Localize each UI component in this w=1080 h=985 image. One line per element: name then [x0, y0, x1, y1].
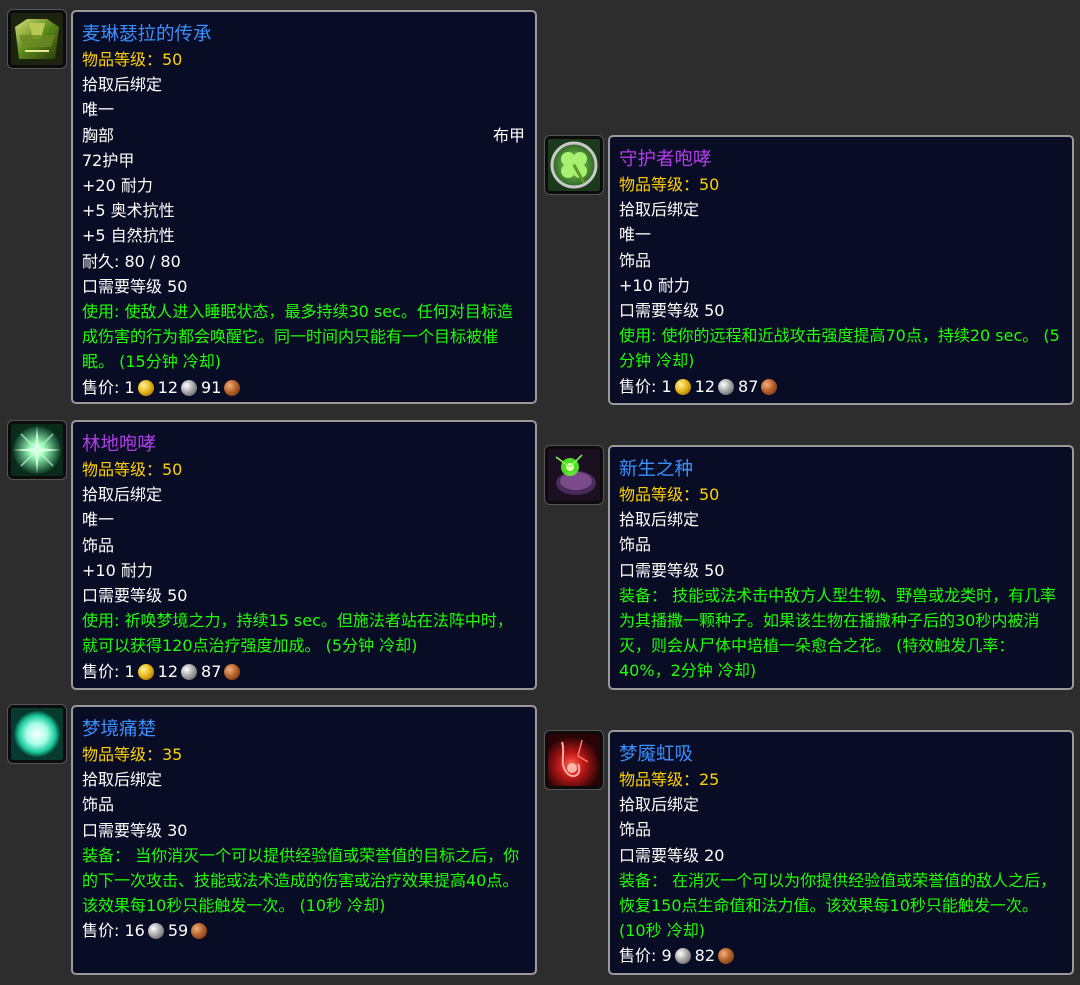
item-tooltip: 林地咆哮 物品等级：50 拾取后绑定 唯一 饰品 +10 耐力 口需要等级 50… — [71, 420, 537, 690]
armor-value: 72护甲 — [82, 150, 135, 170]
equip-effect: 装备： 技能或法术击中敌方人型生物、野兽或龙类时，有几率为其播撒一颗种子。如果该… — [619, 585, 1057, 681]
item-slot: 饰品 — [82, 535, 115, 555]
bind-type: 拾取后绑定 — [82, 770, 163, 790]
item-level: 物品等级：25 — [619, 770, 720, 789]
item-slot: 饰品 — [619, 250, 652, 270]
required-level: 口需要等级 30 — [82, 820, 188, 840]
item-level: 物品等级：50 — [82, 50, 183, 69]
gold-amount: 1 — [124, 661, 135, 681]
item-slot: 胸部 — [82, 125, 115, 145]
use-effect: 使用: 使敌人进入睡眠状态，最多持续30 sec。任何对目标造成伤害的行为都会唤… — [82, 302, 513, 372]
bind-type: 拾取后绑定 — [82, 485, 163, 505]
sell-price: 售价: 1 12 87 — [619, 374, 1062, 399]
required-level: 口需要等级 50 — [82, 586, 188, 606]
sell-price: 售价: 9 82 — [619, 943, 1062, 968]
silver-amount: 12 — [694, 376, 716, 396]
sell-label: 售价: — [82, 661, 125, 681]
copper-amount: 91 — [201, 377, 222, 397]
copper-coin-icon — [224, 663, 241, 680]
item-tooltip: 梦魇虹吸 物品等级：25 拾取后绑定 饰品 口需要等级 20 装备： 在消灭一个… — [608, 730, 1074, 975]
item-name[interactable]: 新生之种 — [619, 457, 1062, 482]
stat-line: +10 耐力 — [619, 275, 690, 295]
item-name[interactable]: 麦琳瑟拉的传承 — [82, 22, 525, 47]
unique-flag: 唯一 — [82, 100, 115, 120]
item-level: 物品等级：50 — [619, 175, 720, 194]
item-slot: 饰品 — [82, 795, 115, 815]
use-effect: 使用: 使你的远程和近战攻击强度提高70点，持续20 sec。 (5分钟 冷却) — [619, 326, 1060, 371]
bind-type: 拾取后绑定 — [619, 795, 700, 815]
item-name[interactable]: 林地咆哮 — [82, 432, 525, 457]
unique-flag: 唯一 — [619, 225, 652, 245]
copper-amount: 87 — [738, 376, 759, 396]
clover-icon[interactable] — [545, 136, 603, 194]
sell-price: 售价: 1 12 91 — [82, 375, 525, 400]
unique-flag: 唯一 — [82, 510, 115, 530]
item-name[interactable]: 守护者咆哮 — [619, 147, 1062, 172]
silver-amount: 16 — [124, 921, 145, 941]
gold-coin-icon — [137, 663, 154, 680]
bind-type: 拾取后绑定 — [82, 75, 163, 95]
use-effect: 使用: 祈唤梦境之力，持续15 sec。但施法者站在法阵中时，就可以获得120点… — [82, 611, 513, 656]
glowing-orb-icon[interactable] — [8, 705, 66, 763]
stat-line: +20 耐力 — [82, 176, 153, 196]
stat-line: +5 奥术抗性 — [82, 201, 175, 221]
copper-coin-icon — [718, 948, 735, 965]
silver-coin-icon — [147, 923, 164, 940]
required-level: 口需要等级 50 — [82, 276, 188, 296]
gold-amount: 1 — [124, 377, 135, 397]
item-tooltip: 新生之种 物品等级：50 拾取后绑定 饰品 口需要等级 50 装备： 技能或法术… — [608, 445, 1074, 690]
red-siphon-icon[interactable] — [545, 731, 603, 789]
bind-type: 拾取后绑定 — [619, 510, 700, 530]
copper-amount: 87 — [201, 661, 222, 681]
silver-coin-icon — [181, 379, 198, 396]
gold-coin-icon — [674, 378, 691, 395]
silver-coin-icon — [181, 663, 198, 680]
gold-coin-icon — [137, 379, 154, 396]
sell-label: 售价: — [619, 376, 662, 396]
gold-amount: 1 — [661, 376, 672, 396]
item-slot: 饰品 — [619, 535, 652, 555]
seed-pod-icon[interactable] — [545, 446, 603, 504]
silver-amount: 12 — [157, 661, 179, 681]
sell-price: 售价: 1 12 87 — [82, 659, 525, 684]
slot-row: 胸部 布甲 — [82, 123, 525, 148]
item-level: 物品等级：50 — [82, 460, 183, 479]
bind-type: 拾取后绑定 — [619, 200, 700, 220]
copper-amount: 82 — [694, 946, 716, 966]
sell-label: 售价: — [82, 921, 125, 941]
item-level: 物品等级：35 — [82, 745, 183, 764]
copper-coin-icon — [191, 923, 208, 940]
item-slot: 饰品 — [619, 820, 652, 840]
chest-armor-icon[interactable] — [8, 10, 66, 68]
silver-amount: 12 — [157, 377, 179, 397]
copper-coin-icon — [761, 378, 778, 395]
equip-effect: 装备： 在消灭一个可以为你提供经验值或荣誉值的敌人之后，恢复150点生命值和法力… — [619, 870, 1057, 941]
item-tooltip: 守护者咆哮 物品等级：50 拾取后绑定 唯一 饰品 +10 耐力 口需要等级 5… — [608, 135, 1074, 405]
copper-amount: 59 — [167, 921, 189, 941]
stat-line: +5 自然抗性 — [82, 226, 175, 246]
silver-amount: 9 — [661, 946, 672, 966]
green-starburst-icon[interactable] — [8, 421, 66, 479]
item-name[interactable]: 梦境痛楚 — [82, 717, 525, 742]
equip-effect: 装备： 当你消灭一个可以提供经验值或荣誉值的目标之后，你的下一次攻击、技能或法术… — [82, 845, 520, 916]
item-tooltip: 梦境痛楚 物品等级：35 拾取后绑定 饰品 口需要等级 30 装备： 当你消灭一… — [71, 705, 537, 975]
sell-price: 售价: 16 59 — [82, 918, 525, 943]
durability: 耐久: 80 / 80 — [82, 251, 181, 271]
required-level: 口需要等级 50 — [619, 560, 725, 580]
item-tooltip: 麦琳瑟拉的传承 物品等级：50 拾取后绑定 唯一 胸部 布甲 72护甲 +20 … — [71, 10, 537, 404]
item-level: 物品等级：50 — [619, 485, 720, 504]
required-level: 口需要等级 50 — [619, 301, 725, 321]
armor-type: 布甲 — [492, 125, 525, 145]
sell-label: 售价: — [82, 377, 125, 397]
copper-coin-icon — [224, 379, 241, 396]
silver-coin-icon — [674, 948, 691, 965]
item-name[interactable]: 梦魇虹吸 — [619, 742, 1062, 767]
stat-line: +10 耐力 — [82, 560, 153, 580]
sell-label: 售价: — [619, 946, 662, 966]
silver-coin-icon — [718, 378, 735, 395]
required-level: 口需要等级 20 — [619, 845, 725, 865]
